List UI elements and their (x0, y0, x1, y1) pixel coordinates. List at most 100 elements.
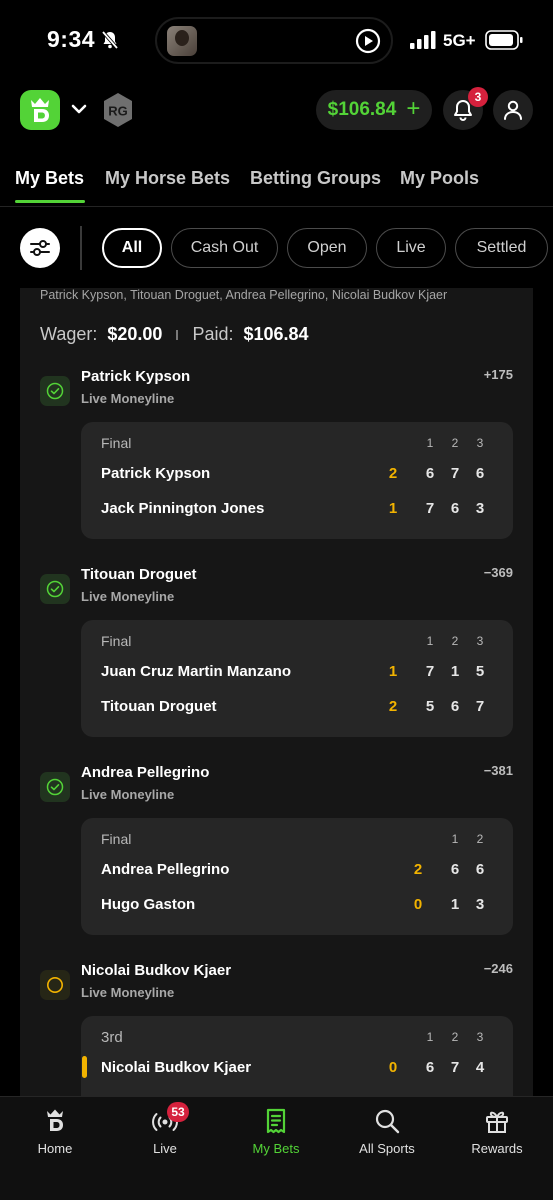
bottom-navigation: Home 53 Live My Bets All Sports Rewards (0, 1096, 553, 1200)
player-name: Hugo Gaston (101, 896, 196, 913)
set-games: 3 (475, 896, 485, 913)
match-status: Final (101, 435, 132, 451)
tab-my-horse-bets[interactable]: My Horse Bets (105, 168, 230, 189)
set-header: 2 (451, 1030, 459, 1044)
bet-card[interactable]: Patrick Kypson, Titouan Droguet, Andrea … (20, 288, 533, 1100)
sets-won: 1 (388, 663, 398, 680)
bet-legs-summary: Patrick Kypson, Titouan Droguet, Andrea … (40, 288, 448, 302)
set-header: 2 (476, 832, 484, 846)
set-games: 6 (425, 1059, 435, 1076)
paid-label: Paid: (192, 324, 234, 344)
paid-amount: $106.84 (243, 324, 309, 344)
set-games: 6 (475, 465, 485, 482)
balance-button[interactable]: $106.84 + (316, 90, 432, 130)
set-games: 1 (450, 896, 460, 913)
battery-icon (485, 30, 523, 50)
leg-market: Live Moneyline (81, 985, 175, 1000)
set-header: 1 (451, 832, 459, 846)
leg-won-check-icon (40, 376, 70, 406)
set-header: 3 (476, 634, 484, 648)
set-games: 7 (425, 663, 435, 680)
leg-selection: Titouan Droguet (81, 566, 197, 583)
match-status: Final (101, 633, 132, 649)
sets-won: 2 (388, 698, 398, 715)
nav-my-bets[interactable]: My Bets (221, 1097, 331, 1200)
nav-all-sports[interactable]: All Sports (332, 1097, 442, 1200)
leg-selection: Patrick Kypson (81, 368, 191, 385)
user-icon (504, 100, 522, 120)
play-icon[interactable] (355, 28, 381, 54)
leg-market: Live Moneyline (81, 391, 175, 406)
set-games: 1 (450, 663, 460, 680)
leg-won-check-icon (40, 574, 70, 604)
scoreboard[interactable]: Final 1 2 3 Patrick Kypson 2 6 7 6 Jack … (81, 422, 513, 539)
gift-icon (486, 1111, 508, 1133)
nav-live[interactable]: 53 Live (110, 1097, 220, 1200)
match-status: Final (101, 831, 132, 847)
leg-open-circle-icon (40, 970, 70, 1000)
nav-label: Home (37, 1141, 73, 1156)
set-games: 5 (475, 663, 485, 680)
filter-divider (80, 226, 82, 270)
search-icon (375, 1109, 400, 1134)
set-games: 7 (450, 465, 460, 482)
filter-chip-open[interactable]: Open (287, 228, 367, 268)
nav-home[interactable]: Home (0, 1097, 110, 1200)
set-games: 3 (475, 500, 485, 517)
filter-chip-live[interactable]: Live (376, 228, 446, 268)
sets-won: 2 (388, 465, 398, 482)
player-name: Juan Cruz Martin Manzano (101, 663, 292, 680)
notification-count-badge: 3 (468, 87, 488, 107)
scoreboard[interactable]: Final 1 2 3 Juan Cruz Martin Manzano 1 7… (81, 620, 513, 737)
dynamic-island[interactable] (155, 17, 393, 64)
status-bar: 9:34 5G+ (0, 0, 553, 82)
nav-label: All Sports (359, 1141, 415, 1156)
draftkings-logo-icon[interactable] (20, 90, 60, 130)
sliders-icon (30, 240, 50, 256)
wager-separator (176, 330, 179, 341)
bet-slip-icon (266, 1108, 286, 1134)
account-button[interactable] (493, 90, 533, 130)
set-header: 3 (476, 436, 484, 450)
player-name: Titouan Droguet (101, 698, 217, 715)
filter-chip-cash-out[interactable]: Cash Out (171, 228, 278, 268)
tab-my-pools[interactable]: My Pools (400, 168, 479, 189)
set-games: 6 (450, 698, 460, 715)
filter-chip-all[interactable]: All (102, 228, 162, 268)
set-header: 1 (426, 436, 434, 450)
nav-rewards[interactable]: Rewards (442, 1097, 552, 1200)
leg-market: Live Moneyline (81, 589, 175, 604)
cellular-signal-icon (410, 31, 436, 49)
nav-label: My Bets (252, 1141, 300, 1156)
leg-odds: −246 (483, 961, 513, 976)
status-time: 9:34 (47, 26, 96, 52)
leg-odds: +175 (483, 367, 513, 382)
scoreboard[interactable]: Final 1 2 Andrea Pellegrino 2 6 6 Hugo G… (81, 818, 513, 935)
set-games: 4 (475, 1059, 485, 1076)
set-games: 6 (450, 500, 460, 517)
set-header: 1 (426, 1030, 434, 1044)
set-games: 6 (425, 465, 435, 482)
set-games: 6 (450, 861, 460, 878)
bets-tabs: My Bets My Horse Bets Betting Groups My … (0, 168, 553, 206)
live-count-badge: 53 (167, 1102, 189, 1122)
wager-paid-line: Wager: $20.00 Paid: $106.84 (40, 324, 309, 345)
filter-chip-settled[interactable]: Settled (455, 228, 548, 268)
tabs-divider (0, 206, 553, 207)
player-name: Andrea Pellegrino (101, 861, 230, 878)
leg-odds: −381 (483, 763, 513, 778)
sets-won: 0 (388, 1059, 398, 1076)
player-name: Nicolai Budkov Kjaer (101, 1059, 252, 1076)
filter-settings-button[interactable] (20, 228, 60, 268)
sets-won: 0 (413, 896, 423, 913)
responsible-gaming-badge[interactable]: RG (102, 92, 134, 128)
chevron-down-icon[interactable] (70, 102, 88, 116)
tab-my-bets[interactable]: My Bets (15, 168, 84, 189)
tab-betting-groups[interactable]: Betting Groups (250, 168, 381, 189)
set-games: 7 (475, 698, 485, 715)
player-name: Jack Pinnington Jones (101, 500, 265, 517)
active-tab-indicator (15, 200, 85, 203)
leg-selection: Nicolai Budkov Kjaer (81, 962, 232, 979)
set-games: 5 (425, 698, 435, 715)
scoreboard[interactable]: 3rd 1 2 3 Nicolai Budkov Kjaer 0 6 7 4 (81, 1016, 513, 1100)
